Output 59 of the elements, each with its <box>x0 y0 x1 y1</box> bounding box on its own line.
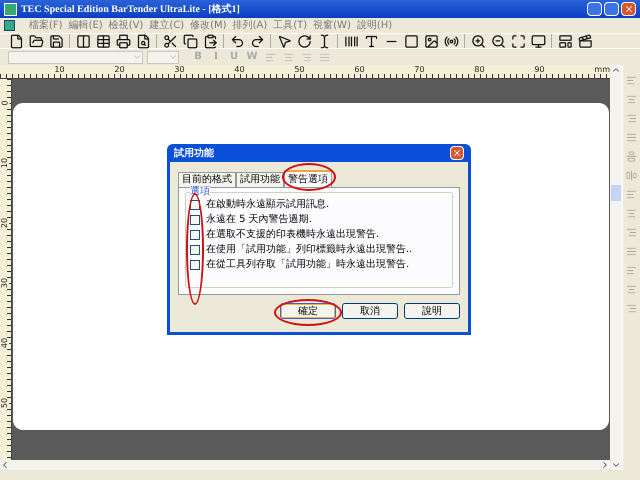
annotation-ellipse <box>274 299 342 326</box>
menu-item[interactable]: 視窗(W) <box>313 20 351 30</box>
ruler-label: 30 <box>174 65 186 75</box>
menu-item[interactable]: 排列(A) <box>232 20 268 30</box>
horizontal-scrollbar[interactable] <box>0 460 610 470</box>
option-label: 在使用「試用功能」列印標籤時永遠出現警告.. <box>206 245 412 255</box>
tab[interactable]: 警告選項 <box>284 170 332 187</box>
tab[interactable]: 目前的格式 <box>178 172 236 187</box>
dialog-button[interactable]: 取消 <box>342 303 398 319</box>
menu-item[interactable]: 建立(C) <box>149 20 184 30</box>
ruler-label: 50 <box>2 398 10 408</box>
ruler-label: 30 <box>2 278 10 288</box>
ruler-label: 10 <box>2 158 10 168</box>
ruler-unit: mm <box>594 65 610 75</box>
dialog-button[interactable]: 確定 <box>280 303 336 319</box>
ruler-label: 90 <box>534 65 546 75</box>
app-icon <box>4 2 17 16</box>
ruler-label: 10 <box>54 65 66 75</box>
menu-item[interactable]: 修改(M) <box>190 20 227 30</box>
scroll-thumb[interactable] <box>611 184 621 200</box>
minimize-button[interactable] <box>587 2 602 16</box>
checkbox[interactable] <box>190 230 200 240</box>
ruler-label: 50 <box>294 65 306 75</box>
menu-item[interactable]: 編輯(E) <box>68 20 103 30</box>
option-label: 在從工具列存取「試用功能」時永遠出現警告. <box>206 260 410 270</box>
checkbox[interactable] <box>190 260 200 270</box>
annotation-ellipse <box>282 163 336 191</box>
menu-item[interactable]: 工具(T) <box>273 20 308 30</box>
format-button[interactable]: I <box>209 50 223 64</box>
option-label: 在選取不支援的印表機時永遠出現警告. <box>206 230 380 240</box>
menu-item[interactable]: 檢視(V) <box>108 20 144 30</box>
menu-item[interactable]: 檔案(F) <box>29 20 63 30</box>
close-icon <box>452 148 462 158</box>
ruler-label: 40 <box>234 65 246 75</box>
vertical-scrollbar[interactable] <box>610 65 622 470</box>
tab[interactable]: 試用功能 <box>236 172 284 187</box>
checkbox[interactable] <box>190 215 200 225</box>
close-icon <box>624 4 634 14</box>
close-button[interactable] <box>450 146 464 160</box>
ruler-label: 80 <box>474 65 486 75</box>
format-button[interactable]: W <box>245 50 259 64</box>
ruler-label: 70 <box>414 65 426 75</box>
format-button[interactable]: B <box>191 50 205 64</box>
ruler-label: 0 <box>2 100 10 106</box>
menu-item[interactable]: 說明(H) <box>356 20 392 30</box>
option-label: 永遠在 5 天內警告過期. <box>206 215 312 225</box>
checkbox[interactable] <box>190 245 200 255</box>
ruler-label: 40 <box>2 338 10 348</box>
window-title: TEC Special Edition BarTender UltraLite - [格式1] <box>21 2 241 16</box>
ruler-label: 60 <box>354 65 366 75</box>
restore-button[interactable] <box>604 2 619 16</box>
option-label: 在啟動時永遠顯示試用訊息. <box>206 200 330 210</box>
ruler-label: 20 <box>2 218 10 228</box>
dialog-title: 試用功能 <box>174 146 214 160</box>
dialog-button[interactable]: 說明 <box>404 303 460 319</box>
format-button[interactable]: U <box>227 50 241 64</box>
document-icon <box>4 20 15 31</box>
ruler-label: 20 <box>114 65 126 75</box>
close-button[interactable] <box>621 2 636 16</box>
